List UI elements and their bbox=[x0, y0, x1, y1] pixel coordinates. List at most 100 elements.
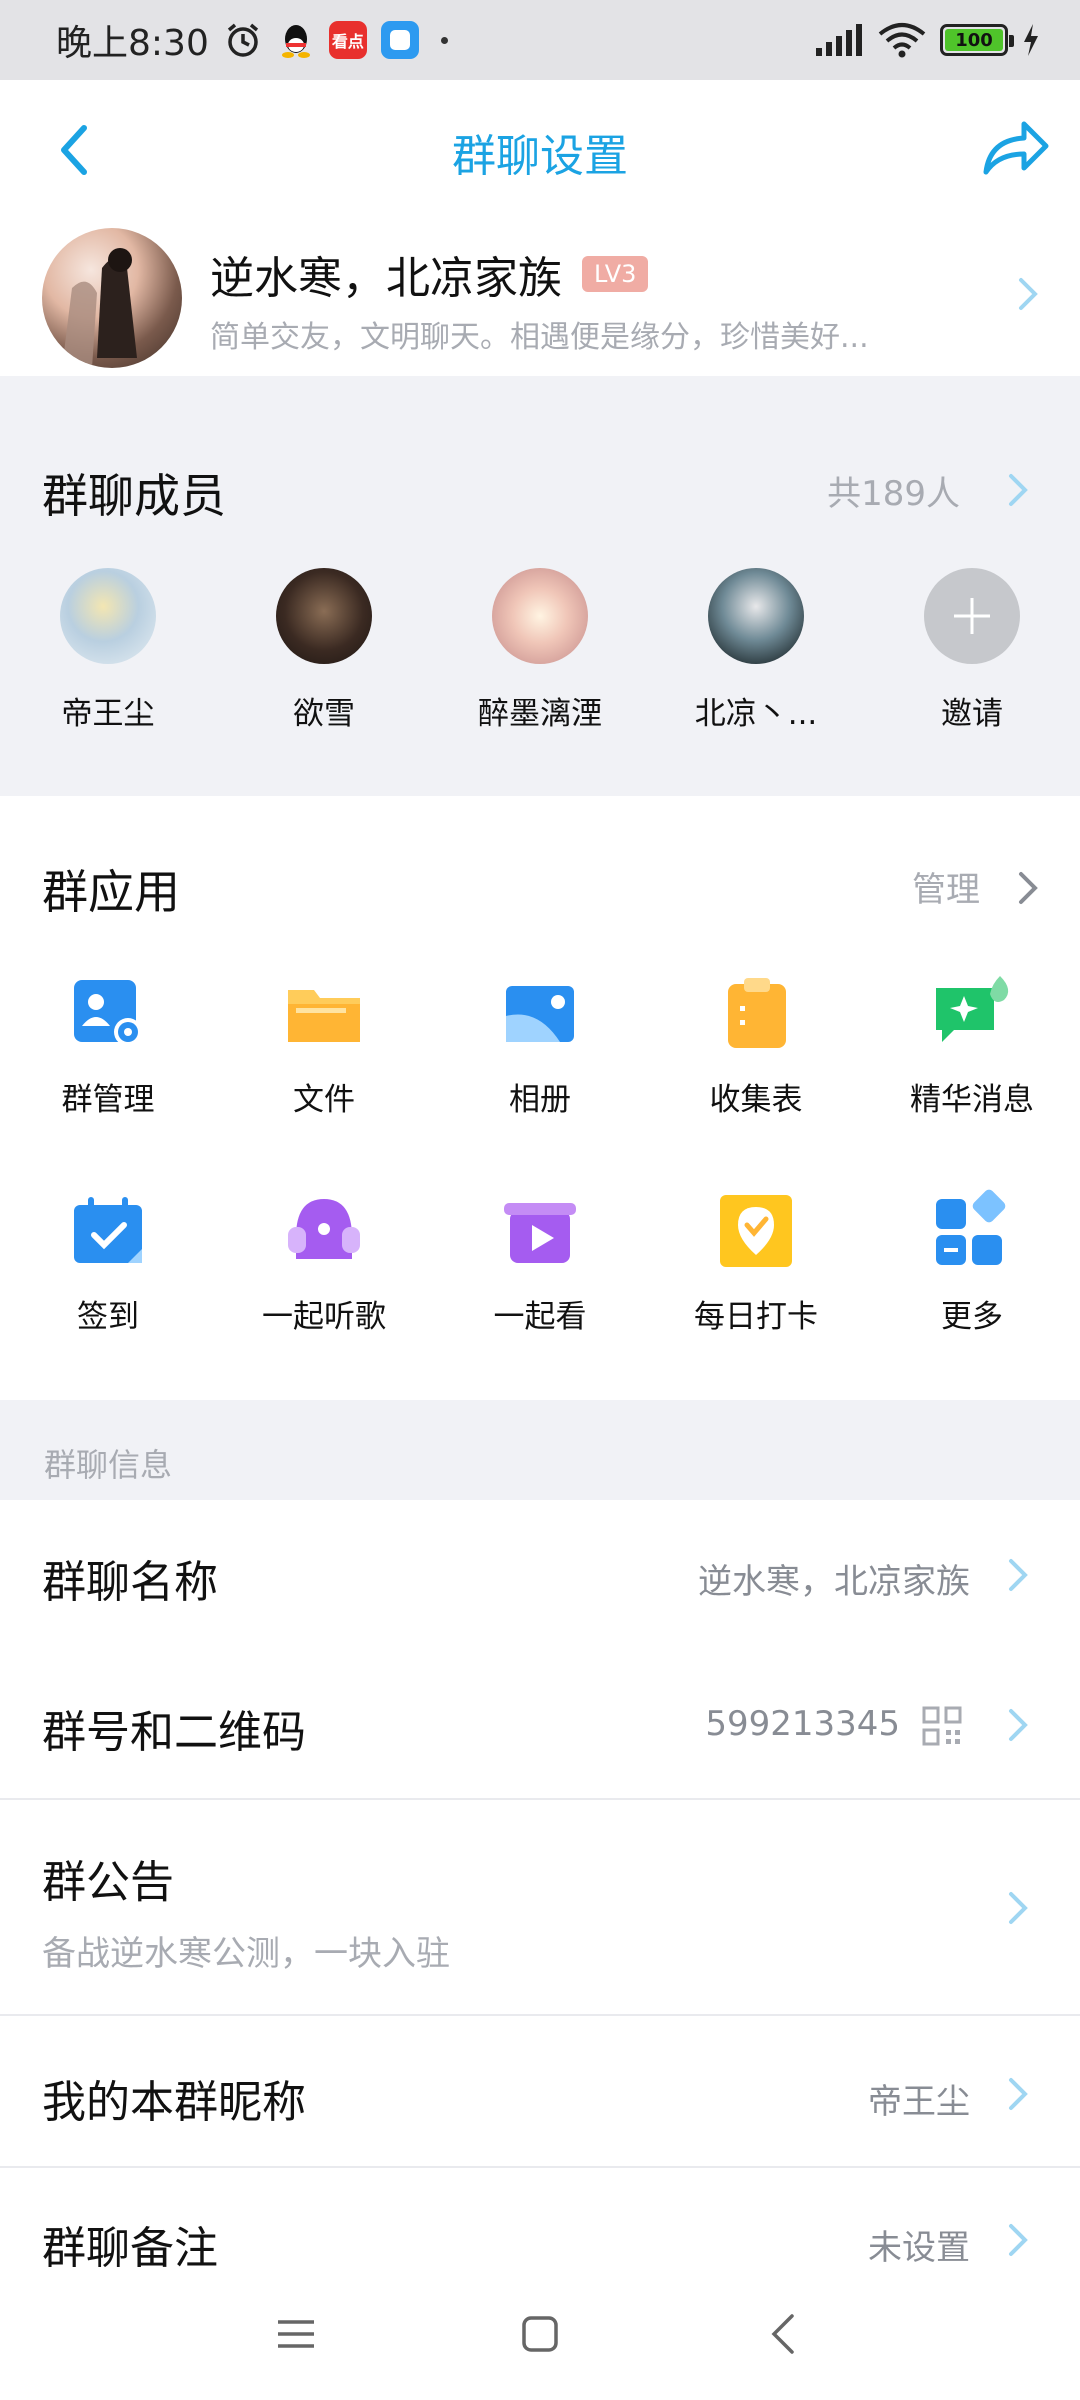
members-title: 群聊成员 bbox=[42, 469, 226, 523]
more-notifications-dot-icon bbox=[440, 36, 448, 44]
row-label: 群公告 bbox=[42, 1857, 174, 1908]
member-count[interactable]: 共189人 bbox=[827, 466, 960, 515]
share-icon[interactable] bbox=[980, 118, 1050, 178]
invite-member-button[interactable]: 邀请 bbox=[864, 568, 1080, 733]
group-avatar[interactable] bbox=[42, 228, 182, 368]
app-files[interactable]: 文件 bbox=[216, 972, 432, 1119]
avatar[interactable] bbox=[708, 568, 804, 664]
group-name: 逆水寒，北凉家族 bbox=[210, 253, 562, 304]
home-icon[interactable] bbox=[520, 2314, 560, 2354]
clipboard-icon bbox=[714, 972, 798, 1056]
member-name: 醉墨漓湮 bbox=[478, 696, 602, 732]
row-value: 帝王尘 bbox=[868, 2082, 970, 2122]
app-label: 群管理 bbox=[61, 1082, 155, 1118]
qr-code-icon[interactable] bbox=[922, 1706, 962, 1746]
group-apps-section: 群应用 管理 群管理 文件 相册 收集表 精华消息 签到 一起听歌 一起看 每日… bbox=[0, 796, 1080, 1400]
row-label: 我的本群昵称 bbox=[42, 2077, 306, 2128]
chevron-right-icon bbox=[1009, 474, 1028, 506]
status-bar: 晚上8:30 看点 100 bbox=[0, 0, 1080, 80]
group-info-header: 群聊信息 bbox=[0, 1400, 1080, 1500]
my-nickname-row[interactable]: 我的本群昵称 帝王尘 bbox=[0, 2016, 1080, 2166]
group-admin-icon bbox=[66, 972, 150, 1056]
status-notification-icons: 看点 bbox=[223, 20, 448, 60]
row-value: 逆水寒，北凉家族 bbox=[698, 1562, 970, 1602]
group-avatar-artwork bbox=[62, 248, 137, 368]
status-time: 晚上8:30 bbox=[56, 23, 209, 64]
battery-icon: 100 bbox=[940, 24, 1014, 56]
chevron-right-icon bbox=[1009, 2078, 1028, 2110]
group-profile-card[interactable]: 逆水寒，北凉家族 LV3 简单交友，文明聊天。相遇便是缘分，珍惜美好... bbox=[0, 216, 1080, 376]
avatar[interactable] bbox=[492, 568, 588, 664]
row-label: 群聊名称 bbox=[42, 1557, 218, 1608]
group-id-value: 599213345 bbox=[705, 1704, 900, 1744]
battery-level: 100 bbox=[945, 29, 1003, 51]
members-section: 群聊成员 共189人 帝王尘 欲雪 醉墨漓湮 北凉丶... 邀请 bbox=[0, 376, 1080, 796]
chevron-right-icon bbox=[1019, 872, 1038, 904]
top-nav-bar: 群聊设置 bbox=[0, 80, 1080, 216]
plus-icon[interactable] bbox=[924, 568, 1020, 664]
play-box-icon bbox=[498, 1189, 582, 1273]
row-label: 群号和二维码 bbox=[42, 1707, 306, 1758]
app-watch-together[interactable]: 一起看 bbox=[432, 1189, 648, 1336]
app-label: 更多 bbox=[941, 1299, 1003, 1335]
avatar[interactable] bbox=[60, 568, 156, 664]
apps-title: 群应用 bbox=[42, 865, 180, 919]
member-item[interactable]: 帝王尘 bbox=[0, 568, 216, 733]
app-album[interactable]: 相册 bbox=[432, 972, 648, 1119]
invite-label: 邀请 bbox=[941, 696, 1003, 732]
member-name: 欲雪 bbox=[293, 696, 355, 732]
news-app-icon: 看点 bbox=[328, 21, 367, 59]
app-check-in[interactable]: 签到 bbox=[0, 1189, 216, 1336]
apps-grid: 群管理 文件 相册 收集表 精华消息 签到 一起听歌 一起看 每日打卡 更多 bbox=[0, 972, 1080, 1336]
avatar[interactable] bbox=[276, 568, 372, 664]
app-label: 相册 bbox=[509, 1082, 571, 1118]
app-label: 一起看 bbox=[493, 1299, 587, 1335]
headphones-icon bbox=[282, 1189, 366, 1273]
app-label: 精华消息 bbox=[910, 1082, 1034, 1118]
chevron-right-icon bbox=[1009, 1892, 1028, 1924]
app-label: 签到 bbox=[77, 1299, 139, 1335]
member-item[interactable]: 北凉丶... bbox=[648, 568, 864, 733]
member-name: 帝王尘 bbox=[61, 696, 155, 732]
group-description: 简单交友，文明聊天。相遇便是缘分，珍惜美好... bbox=[210, 320, 869, 355]
page-title: 群聊设置 bbox=[452, 131, 628, 182]
essence-message-icon bbox=[930, 972, 1014, 1056]
member-item[interactable]: 欲雪 bbox=[216, 568, 432, 733]
group-remark-row[interactable]: 群聊备注 未设置 bbox=[0, 2168, 1080, 2274]
group-level-badge: LV3 bbox=[582, 256, 649, 292]
more-grid-icon bbox=[930, 1189, 1014, 1273]
app-label: 收集表 bbox=[709, 1082, 803, 1118]
album-icon bbox=[498, 972, 582, 1056]
chevron-right-icon bbox=[1009, 1559, 1028, 1591]
app-more[interactable]: 更多 bbox=[864, 1189, 1080, 1336]
app-group-admin[interactable]: 群管理 bbox=[0, 972, 216, 1119]
section-label: 群聊信息 bbox=[44, 1446, 173, 1484]
charging-icon bbox=[1024, 24, 1038, 56]
folder-icon bbox=[282, 972, 366, 1056]
manage-apps-link[interactable]: 管理 bbox=[912, 862, 980, 911]
app-label: 一起听歌 bbox=[262, 1299, 386, 1335]
member-item[interactable]: 醉墨漓湮 bbox=[432, 568, 648, 733]
alarm-icon bbox=[227, 23, 258, 57]
chevron-right-icon bbox=[1009, 1709, 1028, 1741]
app-listen-together[interactable]: 一起听歌 bbox=[216, 1189, 432, 1336]
blue-app-icon bbox=[380, 21, 419, 59]
app-collection-form[interactable]: 收集表 bbox=[648, 972, 864, 1119]
group-name-row[interactable]: 群聊名称 逆水寒，北凉家族 bbox=[0, 1500, 1080, 1650]
group-id-qr-row[interactable]: 群号和二维码 599213345 bbox=[0, 1650, 1080, 1798]
member-name: 北凉丶... bbox=[694, 696, 818, 732]
row-value: 未设置 bbox=[868, 2228, 970, 2268]
menu-icon[interactable] bbox=[276, 2314, 316, 2354]
system-navigation-bar bbox=[0, 2270, 1080, 2400]
app-essence-messages[interactable]: 精华消息 bbox=[864, 972, 1080, 1119]
calendar-check-icon bbox=[66, 1189, 150, 1273]
row-label: 群聊备注 bbox=[42, 2223, 218, 2274]
app-label: 每日打卡 bbox=[694, 1299, 818, 1335]
back-nav-icon[interactable] bbox=[768, 2312, 798, 2356]
qq-icon bbox=[281, 25, 310, 58]
app-daily-punch[interactable]: 每日打卡 bbox=[648, 1189, 864, 1336]
chevron-right-icon bbox=[1009, 2224, 1028, 2256]
group-notice-row[interactable]: 群公告 备战逆水寒公测，一块入驻 bbox=[0, 1800, 1080, 2014]
group-name-line: 逆水寒，北凉家族 LV3 bbox=[210, 242, 649, 306]
check-badge-icon bbox=[714, 1189, 798, 1273]
